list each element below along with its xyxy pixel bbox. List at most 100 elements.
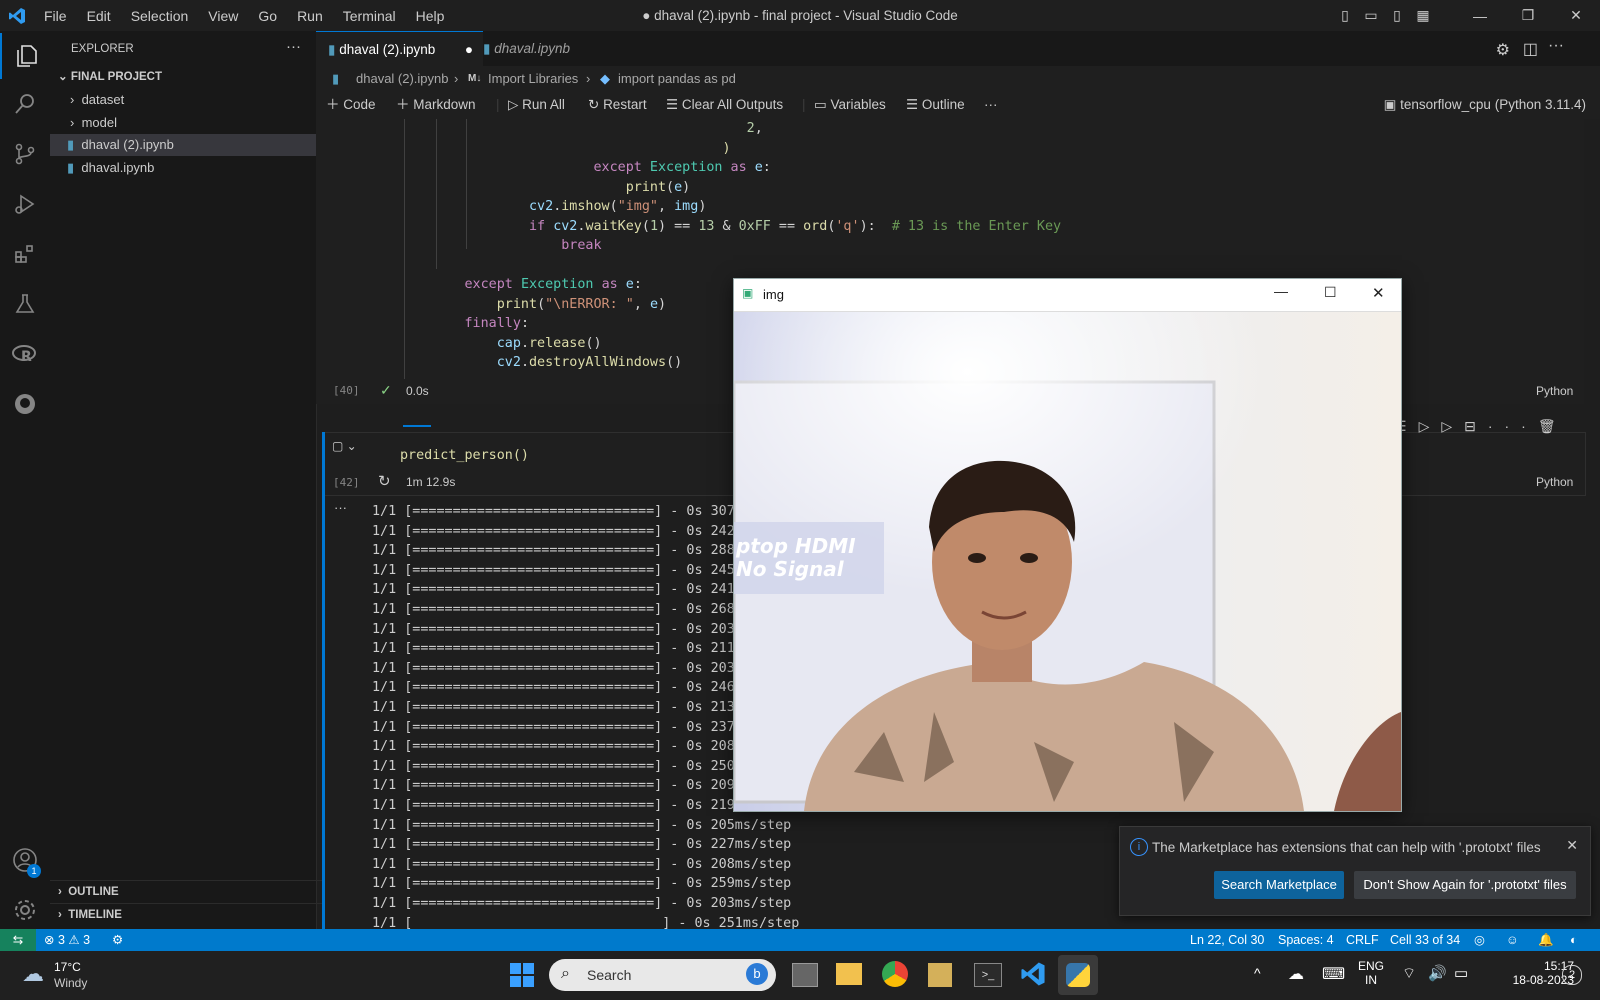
terminal-icon[interactable]: >_ [974, 963, 1002, 987]
close-icon[interactable]: ✕ [1552, 7, 1600, 24]
clear-outputs-button[interactable]: ☰ Clear All Outputs [666, 91, 783, 119]
image-window-titlebar[interactable]: ▣ img — ☐ ✕ [734, 279, 1401, 312]
accounts-icon[interactable]: 1 [0, 837, 50, 883]
cursor-position[interactable]: Ln 22, Col 30 [1190, 929, 1264, 951]
files-app-icon[interactable] [928, 963, 952, 987]
maximize-icon[interactable]: ☐ [1324, 284, 1337, 301]
more-actions-icon[interactable]: ··· [1548, 37, 1564, 55]
kernel-picker[interactable]: ▣ tensorflow_cpu (Python 3.11.4) [1384, 91, 1586, 119]
close-icon[interactable]: ✕ [1566, 837, 1578, 854]
run-all-button[interactable]: ▷ Run All [508, 91, 565, 119]
cell-language[interactable]: Python [1536, 475, 1573, 489]
indentation[interactable]: Spaces: 4 [1278, 929, 1334, 951]
weather-icon[interactable]: ☁ [22, 961, 44, 987]
testing-icon[interactable] [0, 281, 50, 327]
chevron-up-icon[interactable]: ^ [1254, 965, 1261, 981]
copilot-icon[interactable]: ◎ [1474, 929, 1485, 951]
more-actions-icon[interactable]: ··· [984, 91, 998, 119]
more-actions-icon[interactable]: ··· [1488, 418, 1538, 434]
toggle-secondary-sidebar-icon[interactable]: ▯ [1384, 7, 1410, 24]
github-icon[interactable] [0, 381, 50, 427]
explorer-icon[interactable] [0, 33, 52, 79]
cell-stop-icon[interactable]: ▢ ⌄ [332, 439, 357, 453]
settings-gear-icon[interactable]: ⚙ [1496, 40, 1510, 60]
run-debug-icon[interactable] [0, 181, 50, 227]
clock[interactable]: 15:17 18-08-2023 [1474, 959, 1574, 987]
split-cell-icon[interactable]: ⊟ [1464, 418, 1488, 434]
timeline-section[interactable]: › TIMELINE [50, 903, 324, 926]
add-markdown-button[interactable]: ＋ Markdown [396, 91, 476, 119]
chrome-icon[interactable] [882, 961, 908, 987]
activity-bar: R 1 [0, 31, 50, 929]
execute-below-icon[interactable]: ▷ [1441, 418, 1464, 434]
breadcrumb-symbol[interactable]: import pandas as pd [618, 66, 736, 91]
tree-item-model[interactable]: › model [50, 112, 336, 134]
wifi-icon[interactable]: ⌔ [1402, 964, 1416, 983]
broadcast-icon[interactable]: ◐ [1570, 929, 1578, 951]
r-language-icon[interactable]: R [0, 331, 50, 377]
output-line: 1/1 [==============================] - 0… [372, 541, 735, 561]
taskbar-search-box[interactable]: ⌕ Search b [549, 959, 776, 991]
line-ending[interactable]: CRLF [1346, 929, 1379, 951]
minimize-icon[interactable]: — [1274, 283, 1288, 299]
notification-count-badge[interactable]: 2 [1562, 965, 1582, 985]
delete-cell-icon[interactable]: 🗑 [1538, 418, 1568, 434]
breadcrumb-file[interactable]: dhaval (2).ipynb [356, 66, 449, 91]
toggle-primary-sidebar-icon[interactable]: ▯ [1332, 7, 1358, 24]
tab-dhaval-2[interactable]: ▮ dhaval (2).ipynb ● [316, 31, 483, 67]
execute-above-icon[interactable]: ▷ [1419, 418, 1442, 434]
remote-indicator-icon[interactable]: ⇆ [0, 929, 36, 951]
menu-terminal[interactable]: Terminal [333, 8, 406, 24]
opencv-image-window[interactable]: ▣ img — ☐ ✕ ptop HDMI No Signal [733, 278, 1402, 812]
dont-show-again-button[interactable]: Don't Show Again for '.prototxt' files [1354, 871, 1576, 899]
variables-button[interactable]: ▭ Variables [814, 91, 886, 119]
split-editor-icon[interactable]: ◫ [1523, 39, 1538, 59]
problems-indicator[interactable]: ⊗ 3 ⚠ 3 [44, 929, 90, 951]
onedrive-icon[interactable]: ☁ [1288, 964, 1304, 984]
manage-gear-icon[interactable] [0, 887, 50, 933]
tree-item-dhaval-2[interactable]: ▮ dhaval (2).ipynb [50, 134, 316, 156]
toggle-panel-icon[interactable]: ▭ [1358, 7, 1384, 24]
restore-icon[interactable]: ❐ [1504, 7, 1552, 24]
folder-final-project[interactable]: ⌄ FINAL PROJECT [50, 66, 324, 88]
restart-button[interactable]: ↻ Restart [588, 91, 647, 119]
tab-dhaval[interactable]: ▮ dhaval.ipynb [471, 31, 623, 66]
menu-selection[interactable]: Selection [121, 8, 199, 24]
menu-help[interactable]: Help [406, 8, 455, 24]
minimize-icon[interactable]: — [1456, 8, 1504, 24]
cell-code: predict_person() [400, 448, 529, 463]
extensions-icon[interactable] [0, 231, 50, 277]
add-code-button[interactable]: ＋ Code [326, 91, 376, 119]
cell-language[interactable]: Python [1536, 384, 1573, 398]
task-view-icon[interactable] [792, 963, 818, 987]
vscode-taskbar-icon[interactable] [1020, 961, 1046, 992]
language-indicator[interactable]: ENG IN [1358, 959, 1384, 987]
search-marketplace-button[interactable]: Search Marketplace [1214, 871, 1344, 899]
search-icon[interactable] [0, 81, 50, 127]
keyboard-icon[interactable]: ⌨ [1322, 964, 1345, 984]
debug-icon[interactable]: ⚙ [112, 929, 123, 951]
feedback-icon[interactable]: ☺ [1506, 929, 1519, 951]
menu-go[interactable]: Go [248, 8, 287, 24]
windows-start-icon[interactable] [510, 963, 534, 987]
battery-icon[interactable]: ▭ [1454, 964, 1468, 982]
customize-layout-icon[interactable]: ▦ [1410, 7, 1436, 24]
menu-run[interactable]: Run [287, 8, 333, 24]
file-explorer-icon[interactable] [836, 963, 862, 985]
source-control-icon[interactable] [0, 131, 50, 177]
output-more-icon[interactable]: ··· [334, 500, 347, 515]
cell-indicator[interactable]: Cell 33 of 34 [1390, 929, 1460, 951]
menu-view[interactable]: View [198, 8, 248, 24]
outline-section[interactable]: › OUTLINE [50, 880, 324, 903]
python-taskbar-button[interactable] [1058, 955, 1098, 995]
tree-item-dataset[interactable]: › dataset [50, 89, 336, 111]
notifications-bell-icon[interactable]: 🔔 [1538, 929, 1554, 951]
tree-item-dhaval[interactable]: ▮ dhaval.ipynb [50, 157, 333, 179]
close-icon[interactable]: ✕ [1372, 284, 1385, 302]
more-actions-icon[interactable]: ··· [286, 38, 301, 55]
menu-file[interactable]: File [34, 8, 77, 24]
menu-edit[interactable]: Edit [77, 8, 121, 24]
volume-icon[interactable]: 🔊 [1428, 964, 1447, 982]
outline-button[interactable]: ☰ Outline [906, 91, 965, 119]
breadcrumb-section[interactable]: Import Libraries [488, 66, 578, 91]
